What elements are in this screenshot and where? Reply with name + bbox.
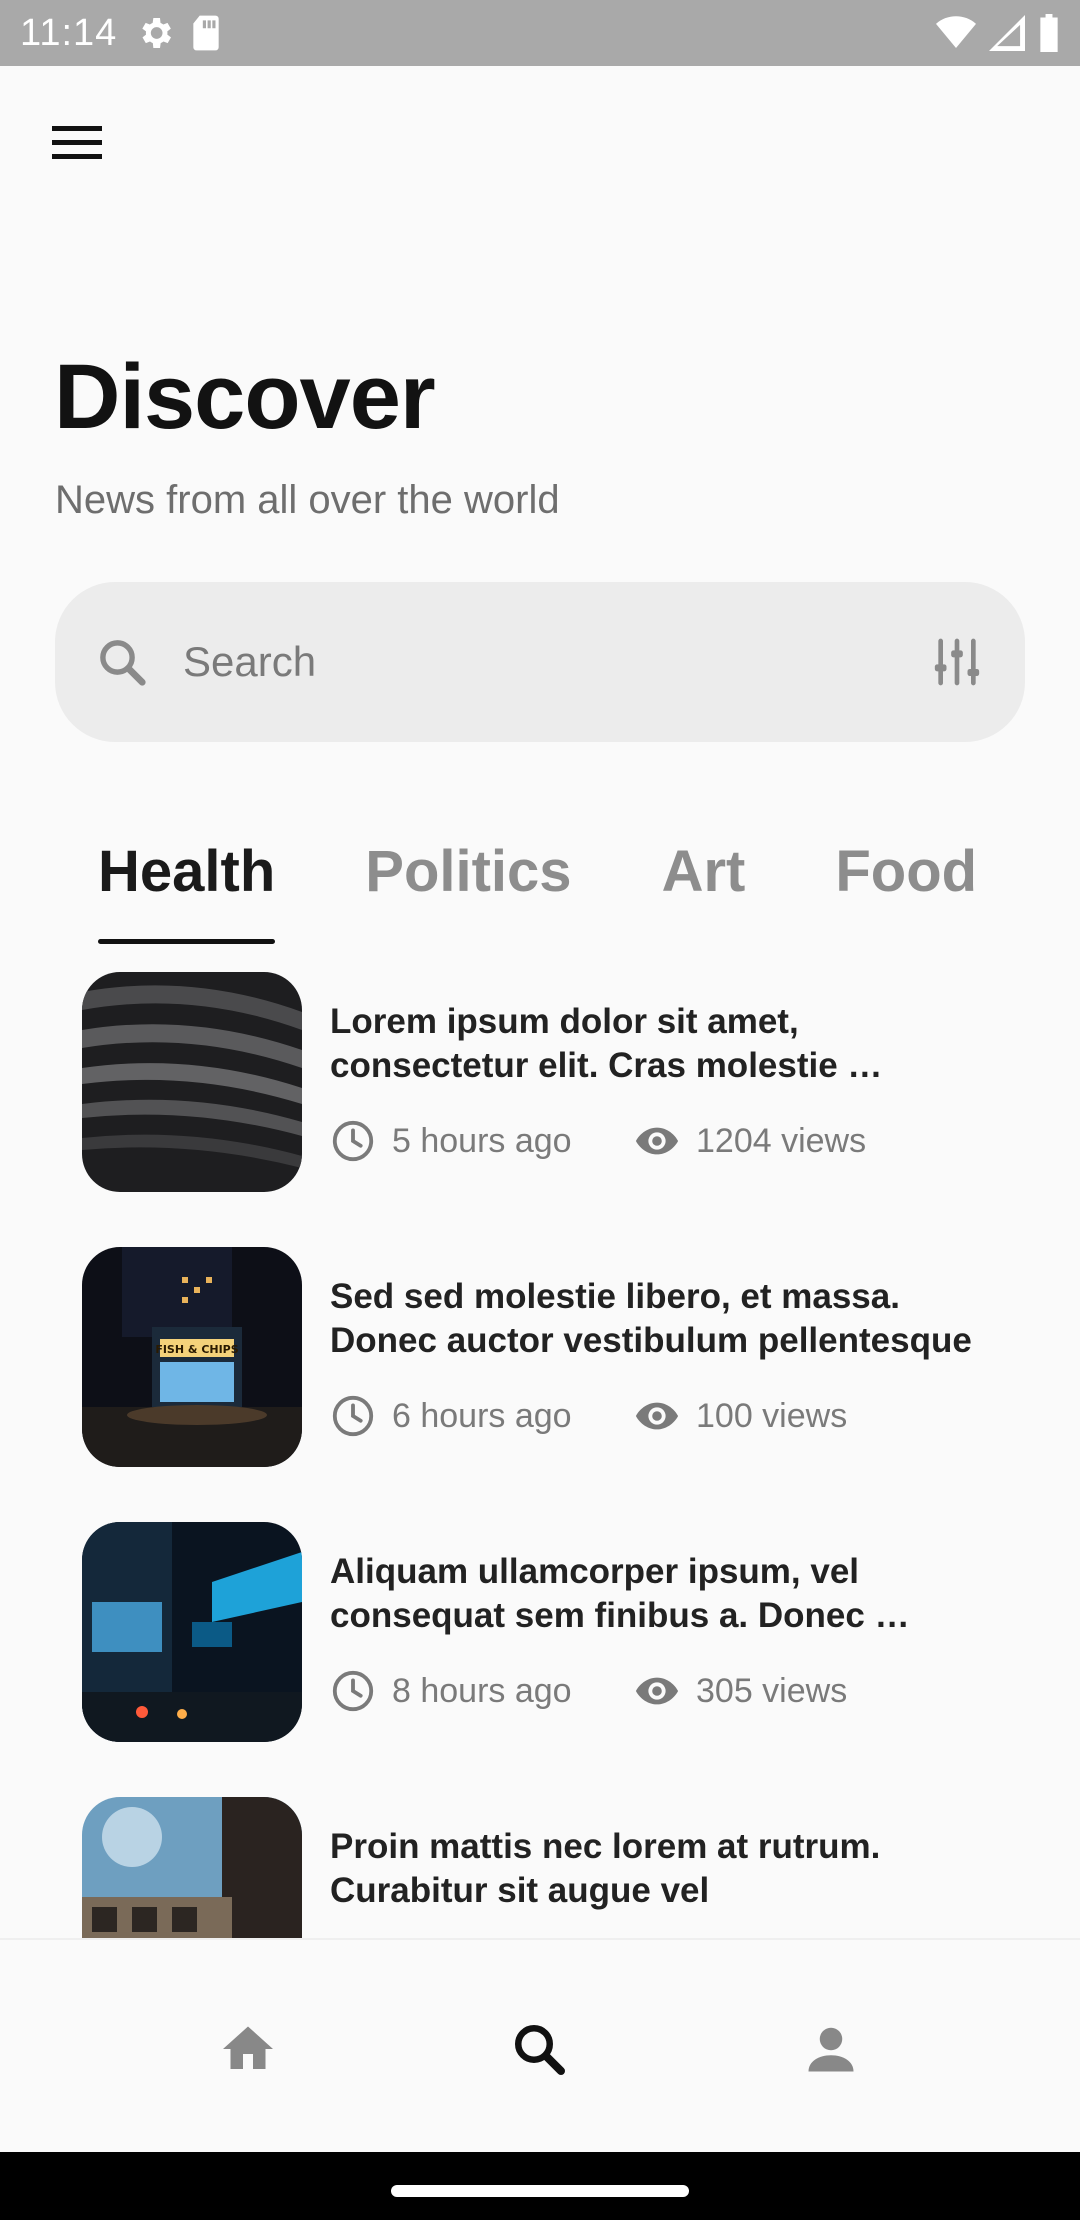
tab-art[interactable]: Art [662, 838, 746, 944]
news-thumbnail: FISH & CHIPS [82, 1247, 302, 1467]
news-item[interactable]: Lorem ipsum dolor sit amet, consectetur … [82, 972, 1002, 1192]
news-thumbnail [82, 972, 302, 1192]
news-views-label: 100 views [696, 1396, 848, 1435]
news-content: Sed sed molestie libero, et massa. Donec… [330, 1247, 1000, 1467]
news-views: 305 views [634, 1668, 847, 1714]
news-meta: 5 hours ago 1204 views [330, 1118, 1000, 1164]
news-time-label: 8 hours ago [392, 1671, 572, 1710]
screen: 11:14 Discover News from all over the wo… [0, 0, 1080, 2220]
sd-card-icon [193, 15, 219, 51]
news-views-label: 305 views [696, 1671, 848, 1710]
eye-icon [635, 1677, 679, 1705]
system-gesture-bar [0, 2152, 1080, 2220]
news-meta: 6 hours ago 100 views [330, 1393, 1000, 1439]
thumbnail-sign-text: FISH & CHIPS [155, 1343, 238, 1356]
home-gesture-handle[interactable] [391, 2185, 689, 2197]
nav-profile-button[interactable] [796, 2014, 866, 2084]
eye-icon [635, 1127, 679, 1155]
hamburger-menu-icon [52, 126, 102, 159]
status-right-icons [936, 14, 1060, 52]
eye-icon [635, 1402, 679, 1430]
tab-food[interactable]: Food [835, 838, 977, 944]
nav-home-button[interactable] [213, 2014, 283, 2084]
news-content: Lorem ipsum dolor sit amet, consectetur … [330, 972, 1000, 1192]
settings-gear-icon [142, 18, 172, 48]
clock-icon [332, 1120, 374, 1162]
news-title: Sed sed molestie libero, et massa. Donec… [330, 1277, 972, 1360]
search-icon [514, 2024, 565, 2075]
home-icon [223, 2026, 273, 2069]
news-thumbnail [82, 1797, 302, 1938]
menu-button[interactable] [46, 120, 108, 166]
news-content: Proin mattis nec lorem at rutrum. Curabi… [330, 1797, 1000, 1938]
news-item[interactable]: Proin mattis nec lorem at rutrum. Curabi… [82, 1797, 1002, 1938]
news-time-label: 6 hours ago [392, 1396, 572, 1435]
status-bar: 11:14 [0, 0, 1080, 66]
status-time: 11:14 [20, 11, 118, 54]
search-bar[interactable] [55, 582, 1025, 742]
battery-icon [1040, 14, 1058, 52]
bottom-navigation [0, 1938, 1080, 2152]
signal-icon [989, 15, 1025, 51]
news-time-label: 5 hours ago [392, 1121, 572, 1160]
news-meta: 8 hours ago 305 views [330, 1668, 1000, 1714]
nav-search-button[interactable] [504, 2014, 574, 2084]
search-icon [100, 640, 146, 686]
news-views: 100 views [634, 1393, 847, 1439]
filter-button[interactable] [929, 634, 985, 690]
news-time: 8 hours ago [330, 1668, 634, 1714]
news-thumbnail [82, 1522, 302, 1742]
news-item[interactable]: Aliquam ullamcorper ipsum, vel consequat… [82, 1522, 1002, 1742]
news-time: 5 hours ago [330, 1118, 634, 1164]
wifi-icon [936, 16, 976, 48]
search-input[interactable] [183, 638, 929, 686]
clock-icon [332, 1670, 374, 1712]
news-views: 1204 views [634, 1118, 866, 1164]
news-item[interactable]: FISH & CHIPS Sed sed molestie libero, et… [82, 1247, 1002, 1467]
clock-icon [332, 1395, 374, 1437]
status-left-icons [135, 13, 223, 53]
tab-politics[interactable]: Politics [365, 838, 571, 944]
tune-sliders-icon [934, 638, 980, 686]
news-title: Proin mattis nec lorem at rutrum. Curabi… [330, 1827, 881, 1910]
news-content: Aliquam ullamcorper ipsum, vel consequat… [330, 1522, 1000, 1742]
news-views-label: 1204 views [696, 1121, 867, 1160]
news-title: Aliquam ullamcorper ipsum, vel consequat… [330, 1552, 910, 1635]
news-title: Lorem ipsum dolor sit amet, consectetur … [330, 1002, 883, 1085]
tab-health[interactable]: Health [98, 838, 276, 944]
person-icon [808, 2027, 854, 2072]
news-time: 6 hours ago [330, 1393, 634, 1439]
page-title: Discover [54, 346, 436, 448]
category-tabs: Health Politics Art Food [98, 838, 977, 944]
page-subtitle: News from all over the world [55, 478, 560, 522]
